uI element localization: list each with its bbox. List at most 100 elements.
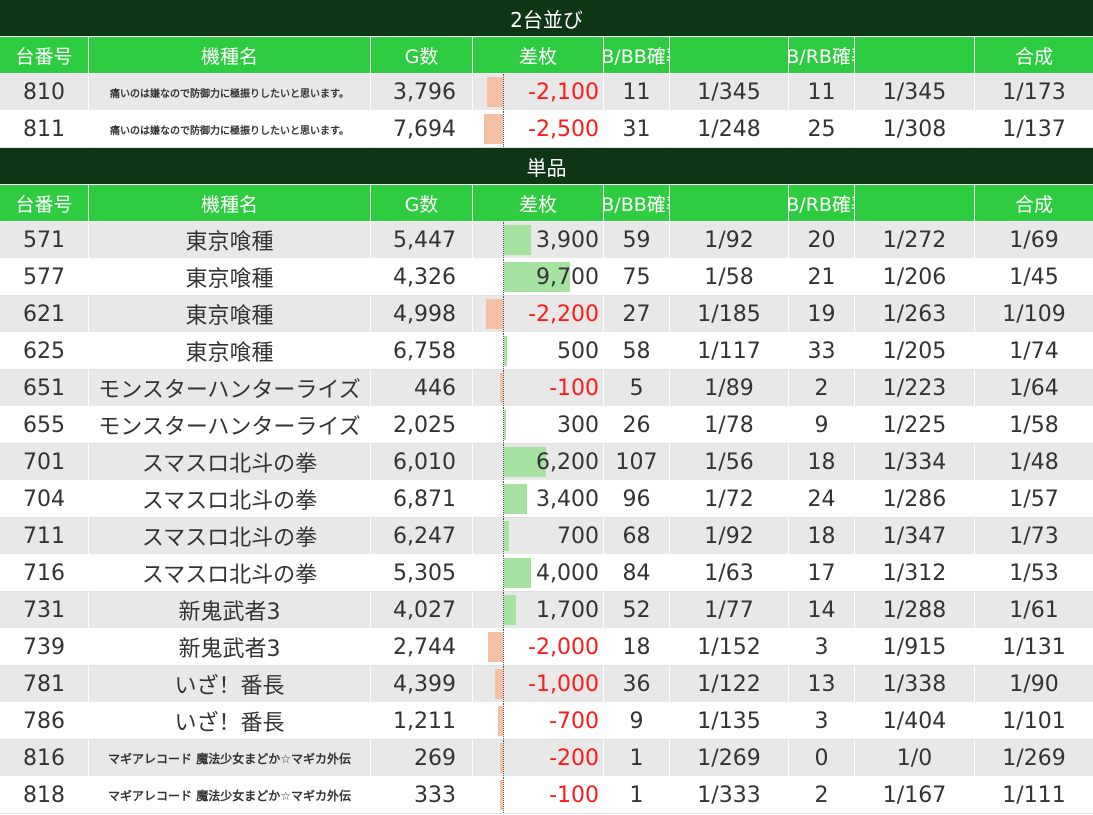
diff-bar — [504, 336, 507, 366]
diff-bar — [500, 373, 503, 403]
col-bb-rate: 1/152 — [670, 629, 789, 666]
table-row: 711 スマスロ北斗の拳 6,247 700 68 1/92 18 1/347 1/73 — [0, 518, 1093, 555]
diff-value: 6,200 — [536, 449, 599, 475]
col-bb: 18 — [604, 629, 670, 666]
col-bb-rate: 1/135 — [670, 703, 789, 740]
col-bb: 27 — [604, 296, 670, 333]
table-row: 816 マギアレコード 魔法少女まどか☆マギカ外伝 269 -200 1 1/269 0 1/… — [0, 740, 1093, 777]
col-machine-name: スマスロ北斗の拳 — [89, 444, 371, 481]
diff-value: -2,500 — [528, 116, 599, 142]
col-machine-name: モンスターハンターライズ — [89, 370, 371, 407]
col-machine-name: 痛いのは嫌なので防御力に極振りしたいと思います。 — [89, 74, 371, 111]
diff-bar — [500, 780, 503, 810]
col-rb: 24 — [789, 481, 855, 518]
section-title: 単品 — [0, 148, 1093, 185]
col-bb: 1 — [604, 740, 670, 777]
col-rb: 2 — [789, 370, 855, 407]
col-total: 1/269 — [975, 740, 1093, 777]
diff-bar — [495, 669, 503, 699]
col-rb-rate-header — [855, 185, 975, 222]
col-games: 4,027 — [371, 592, 473, 629]
table-row: 621 東京喰種 4,998 -2,200 27 1/185 19 1/263 1/109 — [0, 296, 1093, 333]
col-rb: 18 — [789, 518, 855, 555]
col-rb: 3 — [789, 703, 855, 740]
col-rb: 17 — [789, 555, 855, 592]
table-row: 625 東京喰種 6,758 500 58 1/117 33 1/205 1/74 — [0, 333, 1093, 370]
col-total: 1/101 — [975, 703, 1093, 740]
col-diff: -100 — [473, 777, 604, 814]
col-bb-rate: 1/345 — [670, 74, 789, 111]
col-diff: -2,000 — [473, 629, 604, 666]
col-diff: -200 — [473, 740, 604, 777]
col-machine-no: 571 — [0, 222, 89, 259]
diff-value: 300 — [557, 412, 599, 438]
col-machine-no: 818 — [0, 777, 89, 814]
col-rb-rate: 1/347 — [855, 518, 975, 555]
col-rb-header: RB/RB確率 — [789, 37, 855, 74]
diff-bar — [486, 299, 503, 329]
col-diff: 9,700 — [473, 259, 604, 296]
col-games: 4,399 — [371, 666, 473, 703]
diff-value: 4,000 — [536, 560, 599, 586]
col-games: 6,758 — [371, 333, 473, 370]
col-diff: -700 — [473, 703, 604, 740]
col-machine-no: 816 — [0, 740, 89, 777]
diff-bar — [504, 595, 516, 625]
diff-value: 3,400 — [536, 486, 599, 512]
table-row: 701 スマスロ北斗の拳 6,010 6,200 107 1/56 18 1/334 1/48 — [0, 444, 1093, 481]
col-games: 7,694 — [371, 111, 473, 148]
col-machine-name: 新鬼武者3 — [89, 629, 371, 666]
table-row: 739 新鬼武者3 2,744 -2,000 18 1/152 3 1/915 1/131 — [0, 629, 1093, 666]
col-rb-rate: 1/915 — [855, 629, 975, 666]
table-row: 811 痛いのは嫌なので防御力に極振りしたいと思います。 7,694 -2,500 31… — [0, 111, 1093, 148]
col-bb-rate: 1/58 — [670, 259, 789, 296]
col-total: 1/64 — [975, 370, 1093, 407]
col-bb: 58 — [604, 333, 670, 370]
col-machine-name: 東京喰種 — [89, 259, 371, 296]
col-games: 269 — [371, 740, 473, 777]
col-rb: 20 — [789, 222, 855, 259]
diff-bar — [488, 632, 503, 662]
col-rb-rate: 1/205 — [855, 333, 975, 370]
col-machine-no: 704 — [0, 481, 89, 518]
col-total: 1/74 — [975, 333, 1093, 370]
col-games: 2,744 — [371, 629, 473, 666]
col-bb: 36 — [604, 666, 670, 703]
col-games-header: G数 — [371, 37, 473, 74]
diff-value: -700 — [549, 708, 599, 734]
col-bb: 9 — [604, 703, 670, 740]
col-machine-no-header: 台番号 — [0, 37, 89, 74]
col-bb-rate: 1/92 — [670, 222, 789, 259]
diff-value: -2,100 — [528, 79, 599, 105]
col-bb-rate: 1/333 — [670, 777, 789, 814]
col-total-header: 合成 — [975, 37, 1093, 74]
col-total: 1/111 — [975, 777, 1093, 814]
col-rb: 18 — [789, 444, 855, 481]
col-machine-no: 781 — [0, 666, 89, 703]
diff-value: -1,000 — [528, 671, 599, 697]
table-row: 704 スマスロ北斗の拳 6,871 3,400 96 1/72 24 1/286 1/57 — [0, 481, 1093, 518]
col-rb-rate: 1/338 — [855, 666, 975, 703]
col-games: 5,447 — [371, 222, 473, 259]
table-row: 781 いざ！番長 4,399 -1,000 36 1/122 13 1/338 1/90 — [0, 666, 1093, 703]
col-diff: -2,500 — [473, 111, 604, 148]
col-total: 1/48 — [975, 444, 1093, 481]
diff-bar — [504, 410, 506, 440]
col-machine-name: スマスロ北斗の拳 — [89, 555, 371, 592]
table-row: 818 マギアレコード 魔法少女まどか☆マギカ外伝 333 -100 1 1/333 2 1/… — [0, 777, 1093, 814]
col-bb-rate: 1/77 — [670, 592, 789, 629]
col-machine-name: マギアレコード 魔法少女まどか☆マギカ外伝 — [89, 740, 371, 777]
col-games: 4,998 — [371, 296, 473, 333]
diff-bar — [504, 558, 531, 588]
diff-value: -100 — [549, 782, 599, 808]
col-total: 1/173 — [975, 74, 1093, 111]
col-rb-rate: 1/404 — [855, 703, 975, 740]
col-bb-header: BB/BB確率 — [604, 185, 670, 222]
col-diff: 6,200 — [473, 444, 604, 481]
col-total: 1/69 — [975, 222, 1093, 259]
col-bb-header: BB/BB確率 — [604, 37, 670, 74]
col-bb-rate-header — [670, 185, 789, 222]
table-header-row: 台番号機種名G数差枚BB/BB確率 RB/RB確率 合成 — [0, 37, 1093, 74]
col-rb-rate: 1/288 — [855, 592, 975, 629]
col-diff: -2,100 — [473, 74, 604, 111]
